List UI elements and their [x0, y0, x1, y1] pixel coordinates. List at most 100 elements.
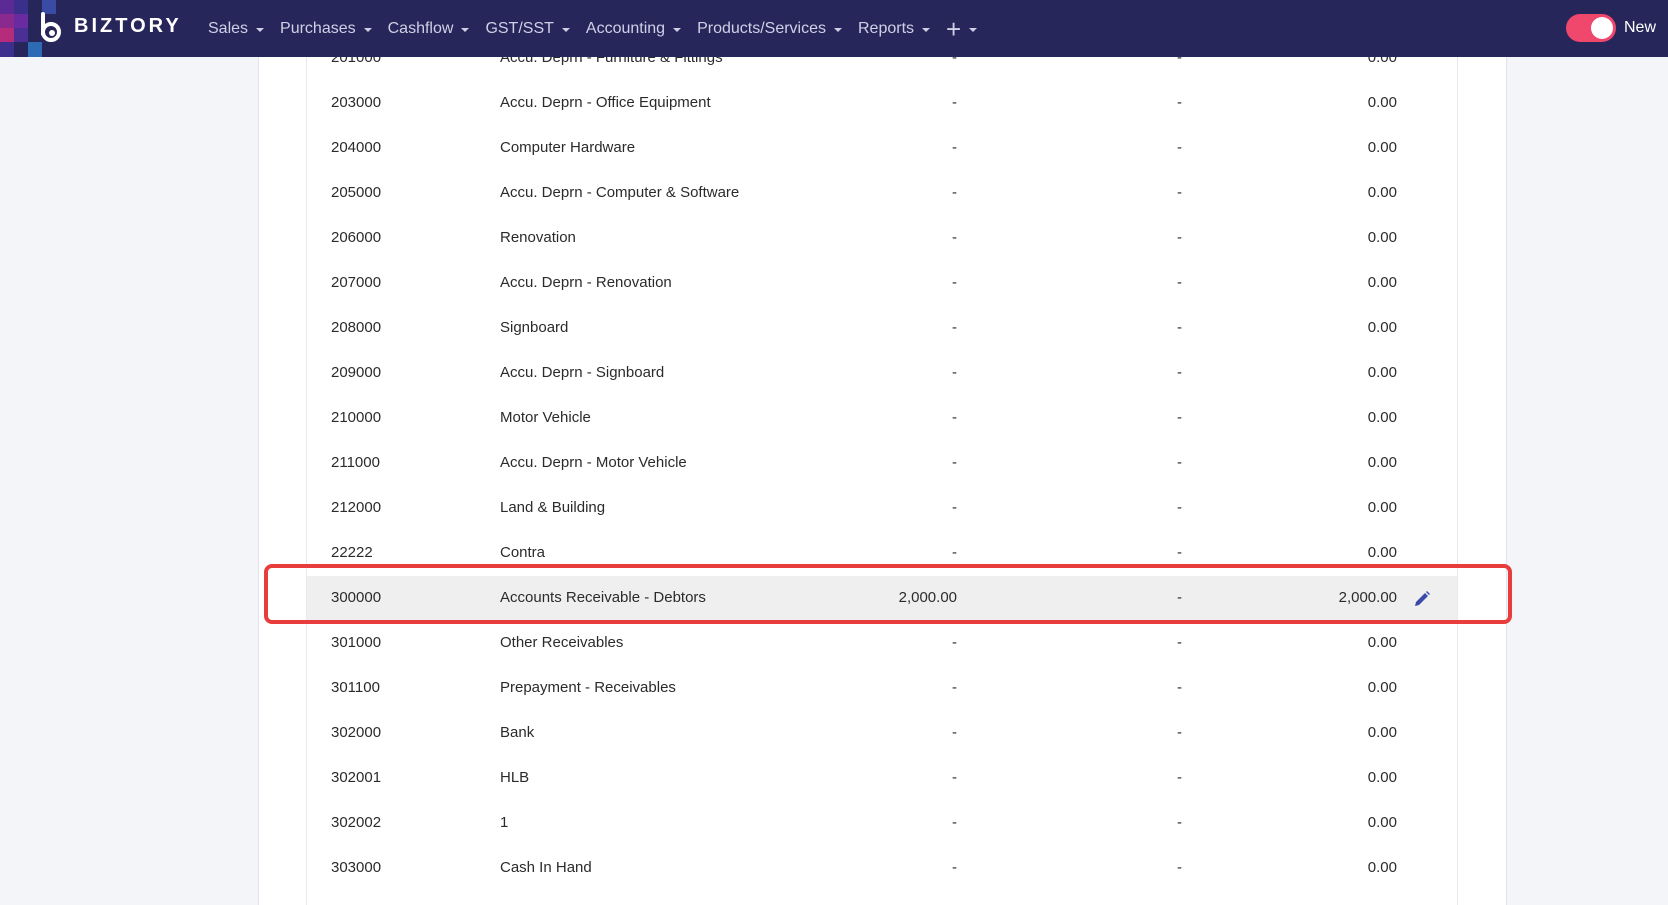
credit-value: -: [1177, 57, 1182, 66]
nav-gst-sst[interactable]: GST/SST: [485, 20, 570, 38]
credit-value: -: [1177, 724, 1182, 741]
account-name: Accu. Deprn - Renovation: [500, 274, 672, 291]
caret-down-icon: [922, 27, 931, 32]
new-ui-toggle[interactable]: New: [1565, 14, 1656, 42]
account-code: 22222: [331, 544, 373, 561]
credit-value: -: [1177, 319, 1182, 336]
table-row[interactable]: 302001 HLB - - 0.00: [307, 756, 1457, 801]
account-name: Signboard: [500, 319, 569, 336]
credit-value: -: [1177, 229, 1182, 246]
table-row[interactable]: 301000 Other Receivables - - 0.00: [307, 621, 1457, 666]
account-name: Contra: [500, 544, 546, 561]
debit-value: -: [952, 499, 957, 516]
credit-value: -: [1177, 679, 1182, 696]
account-name: Accu. Deprn - Computer & Software: [500, 184, 740, 201]
table-row[interactable]: 208000 Signboard - - 0.00: [307, 306, 1457, 351]
account-name: Prepayment - Receivables: [500, 679, 676, 696]
table-row[interactable]: 204000 Computer Hardware - - 0.00: [307, 126, 1457, 171]
table-row[interactable]: 210000 Motor Vehicle - - 0.00: [307, 396, 1457, 441]
account-name: Bank: [500, 724, 535, 741]
account-code: 208000: [331, 319, 382, 336]
table-row[interactable]: 304000Petty Cash--0.00: [307, 891, 1457, 905]
credit-value: -: [1177, 859, 1182, 876]
account-name: Computer Hardware: [500, 139, 636, 156]
nav-cashflow[interactable]: Cashflow: [388, 20, 470, 38]
table-row[interactable]: 302002 1 - - 0.00: [307, 801, 1457, 846]
table-row[interactable]: 301100 Prepayment - Receivables - - 0.00: [307, 666, 1457, 711]
debit-value: -: [952, 57, 957, 66]
account-name: Accu. Deprn - Furniture & Fittings: [500, 57, 723, 66]
table-row[interactable]: 203000 Accu. Deprn - Office Equipment - - 0.…: [307, 81, 1457, 126]
nav-add-new[interactable]: +: [946, 13, 978, 44]
nav-accounting[interactable]: Accounting: [586, 20, 682, 38]
balance-value: 0.00: [1367, 499, 1397, 516]
credit-value: -: [1177, 544, 1182, 561]
balance-value: 0.00: [1367, 94, 1397, 111]
nav-products-services[interactable]: Products/Services: [697, 20, 842, 38]
nav-purchases[interactable]: Purchases: [280, 20, 372, 38]
account-code: 205000: [331, 184, 382, 201]
account-code: 302002: [331, 814, 382, 831]
caret-down-icon: [561, 27, 570, 32]
account-code: 210000: [331, 409, 382, 426]
toggle-switch[interactable]: [1565, 14, 1616, 42]
balance-value: 0.00: [1367, 409, 1397, 426]
debit-value: -: [952, 184, 957, 201]
caret-down-icon: [969, 27, 978, 32]
account-code: 211000: [331, 454, 380, 471]
account-name: Land & Building: [500, 499, 606, 516]
biztory-logo-icon: [41, 12, 61, 42]
debit-value: -: [952, 274, 957, 291]
table-row[interactable]: 302000 Bank - - 0.00: [307, 711, 1457, 756]
balance-value: 0.00: [1367, 364, 1397, 381]
caret-down-icon: [256, 27, 265, 32]
account-name: Accu. Deprn - Signboard: [500, 364, 665, 381]
account-code: 207000: [331, 274, 382, 291]
debit-value: -: [952, 769, 957, 786]
balance-value: 0.00: [1367, 319, 1397, 336]
debit-value: -: [952, 859, 957, 876]
account-code: 301100: [331, 679, 380, 696]
table-row[interactable]: 209000 Accu. Deprn - Signboard - - 0.00: [307, 351, 1457, 396]
table-row[interactable]: 207000 Accu. Deprn - Renovation - - 0.00: [307, 261, 1457, 306]
account-code: 201000: [331, 57, 382, 66]
plus-icon: +: [946, 13, 962, 44]
caret-down-icon: [834, 27, 842, 32]
account-name: HLB: [500, 769, 530, 786]
nav-reports[interactable]: Reports: [858, 20, 931, 38]
table-row[interactable]: 211000 Accu. Deprn - Motor Vehicle - - 0.00: [307, 441, 1457, 486]
account-code: 302000: [331, 724, 382, 741]
account-code: 206000: [331, 229, 382, 246]
account-code: 303000: [331, 859, 382, 876]
balance-value: 0.00: [1367, 139, 1397, 156]
table-row[interactable]: 303000 Cash In Hand - - 0.00: [307, 846, 1457, 891]
credit-value: -: [1177, 139, 1182, 156]
credit-value: -: [1177, 769, 1182, 786]
table-row[interactable]: 206000 Renovation - - 0.00: [307, 216, 1457, 261]
credit-value: -: [1177, 364, 1182, 381]
debit-value: -: [952, 364, 957, 381]
balance-value: 0.00: [1367, 724, 1397, 741]
account-code: 301000: [331, 634, 382, 651]
balance-value: 0.00: [1367, 814, 1397, 831]
nav-sales[interactable]: Sales: [208, 20, 265, 38]
credit-value: -: [1177, 409, 1182, 426]
caret-down-icon: [363, 27, 372, 32]
credit-value: -: [1177, 454, 1182, 471]
table-row[interactable]: 212000 Land & Building - - 0.00: [307, 486, 1457, 531]
account-name: Accu. Deprn - Office Equipment: [500, 94, 711, 111]
balance-value: 0.00: [1367, 859, 1397, 876]
brand-logo[interactable]: BIZTORY: [0, 0, 190, 57]
balance-value: 0.00: [1367, 544, 1397, 561]
highlight-outline: [264, 564, 1512, 624]
credit-value: -: [1177, 499, 1182, 516]
table-row[interactable]: 205000 Accu. Deprn - Computer & Software -…: [307, 171, 1457, 216]
debit-value: -: [952, 454, 957, 471]
debit-value: -: [952, 679, 957, 696]
account-name: Renovation: [500, 229, 576, 246]
balance-value: 0.00: [1367, 454, 1397, 471]
table-row[interactable]: 201000 Accu. Deprn - Furniture & Fittings…: [307, 57, 1457, 81]
account-name: Motor Vehicle: [500, 409, 591, 426]
account-code: 209000: [331, 364, 382, 381]
balance-value: 0.00: [1367, 634, 1397, 651]
